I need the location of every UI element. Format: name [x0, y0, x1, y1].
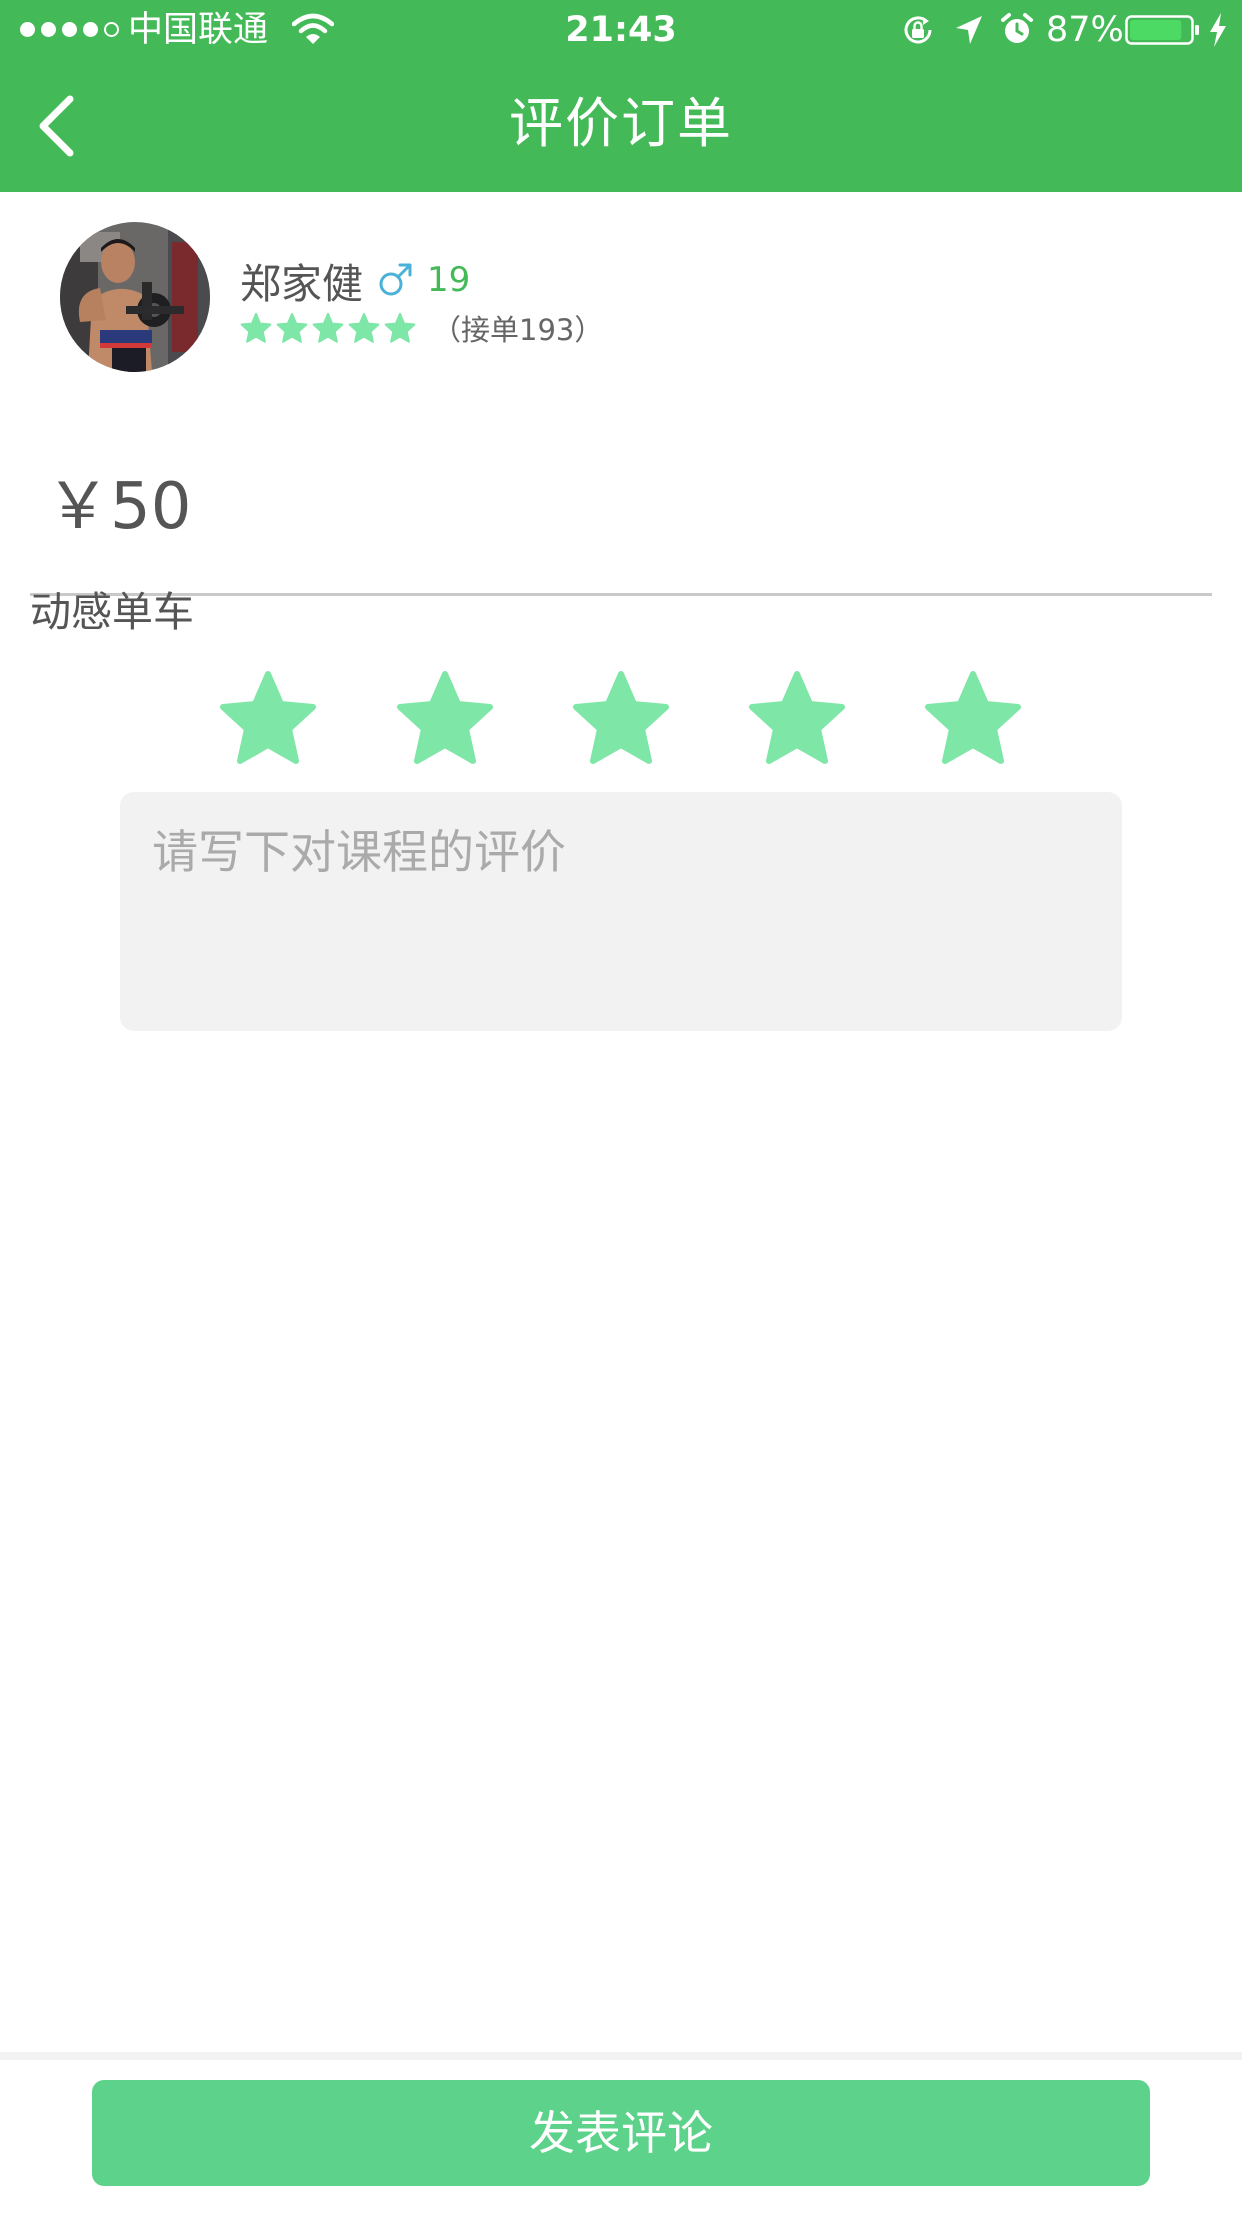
star-icon — [276, 312, 308, 343]
star-icon — [240, 312, 272, 343]
star-icon — [220, 671, 316, 764]
rating-star-2[interactable] — [395, 668, 495, 768]
rating-star-4[interactable] — [747, 668, 847, 768]
star-icon — [573, 671, 669, 764]
course-name: 动感单车 — [30, 588, 194, 636]
location-icon — [956, 16, 982, 44]
avatar — [60, 222, 210, 372]
coach-age: 19 — [427, 260, 471, 300]
submit-review-button[interactable]: 发表评论 — [92, 2080, 1150, 2186]
header: 中国联通 21:43 87% 评价订单 — [0, 0, 1242, 192]
male-icon — [379, 263, 412, 296]
coach-name: 郑家健 — [240, 260, 363, 308]
star-icon — [348, 312, 380, 343]
battery-icon — [1125, 15, 1199, 45]
charging-icon — [1210, 13, 1226, 47]
coach-rating: （接单193） — [240, 308, 603, 348]
star-icon — [925, 671, 1021, 764]
nav-bar: 评价订单 — [0, 60, 1242, 192]
order-count: （接单193） — [432, 313, 604, 347]
review-rating-stars — [0, 668, 1242, 768]
star-icon — [397, 671, 493, 764]
divider — [30, 593, 1212, 596]
avatar-photo — [60, 222, 210, 372]
coach-card: 郑家健 19 （接单193） — [0, 192, 1242, 596]
rating-star-5[interactable] — [923, 668, 1023, 768]
star-icon — [312, 312, 344, 343]
coach-rating-stars — [240, 312, 420, 344]
rating-star-3[interactable] — [571, 668, 671, 768]
star-icon — [749, 671, 845, 764]
star-icon — [384, 312, 416, 343]
review-input[interactable] — [120, 792, 1122, 1031]
lock-rotation-icon — [904, 16, 932, 44]
status-bar: 中国联通 21:43 87% — [0, 0, 1242, 60]
alarm-icon — [1001, 13, 1033, 43]
page-title: 评价订单 — [509, 92, 733, 155]
coach-name-row: 郑家健 19 — [240, 252, 470, 308]
course-price: ￥50 — [46, 470, 192, 544]
battery-percent: 87% — [1046, 10, 1124, 50]
rating-star-1[interactable] — [218, 668, 318, 768]
bottom-bar: 发表评论 — [0, 2052, 1242, 2216]
